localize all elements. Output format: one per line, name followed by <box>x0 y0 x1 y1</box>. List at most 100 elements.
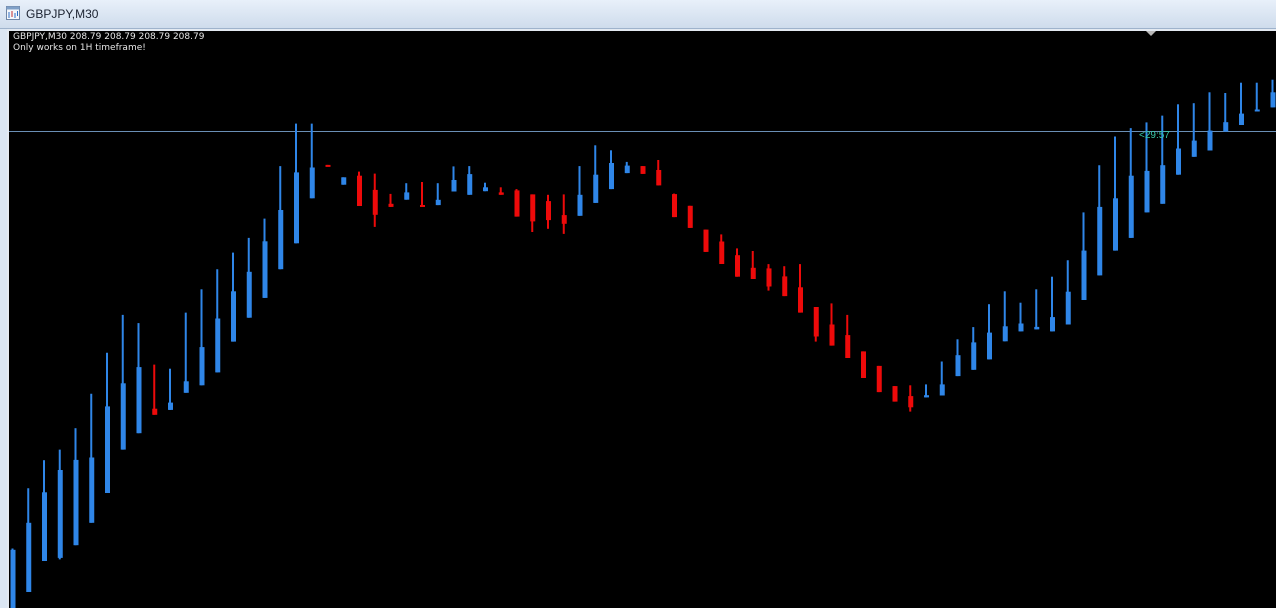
candle-body <box>57 470 63 558</box>
candle-bull[interactable] <box>1065 260 1071 325</box>
candle-body <box>152 408 158 415</box>
candle-body <box>876 365 882 393</box>
candle-bull[interactable] <box>924 384 929 398</box>
candle-bull[interactable] <box>987 304 992 360</box>
candle-bull[interactable] <box>231 252 236 342</box>
candle-bear[interactable] <box>372 173 378 227</box>
candle-bear[interactable] <box>152 364 158 415</box>
symbol-ohlc-line: GBPJPY,M30 208.79 208.79 208.79 208.79 <box>13 32 205 42</box>
candle-bull[interactable] <box>57 449 63 560</box>
candle-bull[interactable] <box>435 183 441 206</box>
candle-bull[interactable] <box>73 428 79 546</box>
candle-bull[interactable] <box>1034 289 1040 330</box>
candle-bear[interactable] <box>388 193 394 207</box>
candle-bear[interactable] <box>703 229 709 252</box>
candle-bull[interactable] <box>1191 103 1197 157</box>
candle-body <box>971 342 977 370</box>
candle-body <box>530 194 536 222</box>
candle-body <box>498 192 504 195</box>
chart-shift-marker[interactable] <box>1146 31 1156 36</box>
candle-bear[interactable] <box>798 264 803 313</box>
candlestick-chart[interactable] <box>9 31 1276 608</box>
candle-bull[interactable] <box>89 393 95 523</box>
candle-bull[interactable] <box>1097 165 1103 276</box>
candle-bear[interactable] <box>719 234 725 264</box>
candle-body <box>435 199 441 206</box>
candle-bull[interactable] <box>262 218 268 298</box>
candle-bull[interactable] <box>955 339 961 377</box>
candle-bull[interactable] <box>183 312 189 393</box>
candle-bull[interactable] <box>246 237 252 318</box>
candle-bull[interactable] <box>1050 276 1055 332</box>
candle-bull[interactable] <box>939 361 945 396</box>
candle-bear[interactable] <box>325 164 331 167</box>
candle-bear[interactable] <box>357 171 362 206</box>
candle-body <box>1270 92 1276 108</box>
candle-bear[interactable] <box>782 266 788 297</box>
candle-bull[interactable] <box>278 166 284 270</box>
candle-bear[interactable] <box>561 194 567 234</box>
candle-bear[interactable] <box>546 194 551 229</box>
window-titlebar[interactable]: GBPJPY,M30 <box>0 0 1276 29</box>
candle-body <box>1254 109 1260 112</box>
candle-bull[interactable] <box>609 150 614 190</box>
candle-bull[interactable] <box>1113 136 1118 251</box>
candle-bear[interactable] <box>813 307 819 342</box>
candle-bear[interactable] <box>687 205 693 228</box>
candle-bull[interactable] <box>404 183 410 200</box>
candle-bull[interactable] <box>1254 82 1260 112</box>
candle-bear[interactable] <box>750 251 756 279</box>
candle-body <box>467 174 473 195</box>
candle-bull[interactable] <box>624 161 630 174</box>
candle-bear[interactable] <box>420 182 425 207</box>
candle-bear[interactable] <box>892 386 898 402</box>
candle-bull[interactable] <box>1160 115 1166 204</box>
candle-bull[interactable] <box>593 145 599 203</box>
candle-bear[interactable] <box>656 160 662 186</box>
candle-body <box>829 324 835 346</box>
candle-bull[interactable] <box>215 269 221 373</box>
candle-bull[interactable] <box>451 166 457 192</box>
candle-body <box>687 205 693 228</box>
candle-bull[interactable] <box>1081 212 1087 300</box>
candle-bull[interactable] <box>199 289 205 386</box>
candle-bull[interactable] <box>1128 128 1134 238</box>
candle-bull[interactable] <box>120 314 126 450</box>
candle-bull[interactable] <box>105 352 110 493</box>
candle-bull[interactable] <box>577 166 583 216</box>
candle-bull[interactable] <box>1018 302 1024 332</box>
candle-bear[interactable] <box>766 264 772 291</box>
candle-bull[interactable] <box>1223 93 1229 132</box>
candle-bull[interactable] <box>136 323 142 434</box>
candle-bull[interactable] <box>10 548 16 608</box>
candle-body <box>908 396 914 408</box>
candle-body <box>420 205 425 207</box>
candle-bull[interactable] <box>971 327 977 370</box>
candle-bear[interactable] <box>672 193 677 218</box>
candle-bear[interactable] <box>640 166 646 174</box>
candle-body <box>1018 323 1024 332</box>
candle-bear[interactable] <box>845 314 851 358</box>
candle-bear[interactable] <box>861 351 866 378</box>
candle-bull[interactable] <box>26 488 32 592</box>
candle-bull[interactable] <box>42 460 47 561</box>
candle-bear[interactable] <box>498 187 504 195</box>
candle-bull[interactable] <box>294 123 299 244</box>
candle-body <box>845 335 851 358</box>
candle-bear[interactable] <box>735 248 740 277</box>
candle-bull[interactable] <box>309 123 315 199</box>
candle-bull[interactable] <box>1239 82 1244 125</box>
candle-bear[interactable] <box>514 189 520 217</box>
candle-bull[interactable] <box>1002 291 1008 342</box>
candle-bull[interactable] <box>1176 104 1181 175</box>
candle-bear[interactable] <box>530 194 536 232</box>
candle-bull[interactable] <box>1207 92 1213 151</box>
candle-bear[interactable] <box>829 303 835 346</box>
candle-bear[interactable] <box>876 365 882 393</box>
candle-bull[interactable] <box>341 177 347 185</box>
candle-bull[interactable] <box>1270 79 1276 108</box>
candle-bear[interactable] <box>908 385 914 412</box>
candle-bull[interactable] <box>483 182 488 192</box>
candle-bull[interactable] <box>168 368 173 410</box>
candle-bull[interactable] <box>467 166 473 195</box>
